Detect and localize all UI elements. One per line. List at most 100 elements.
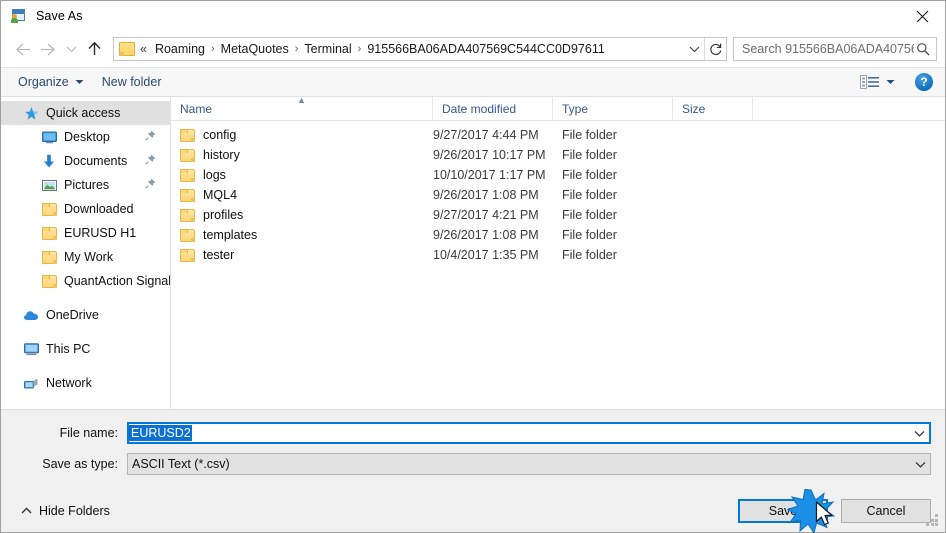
save-as-dialog: Save As « Roaming › MetaQuotes › Termina… <box>0 0 946 533</box>
command-bar: Organize New folder ? <box>1 67 945 97</box>
chevron-down-icon <box>915 461 925 468</box>
save-as-icon <box>10 8 26 24</box>
sidebar-item-my-work[interactable]: My Work <box>1 245 170 269</box>
refresh-button[interactable] <box>704 38 726 60</box>
navigation-pane: Quick access Desktop Documents Pictures … <box>1 97 171 409</box>
table-row[interactable]: templates 9/26/2017 1:08 PM File folder <box>171 225 945 245</box>
folder-icon <box>180 148 195 162</box>
folder-icon <box>180 228 195 242</box>
sidebar-item-documents[interactable]: Documents <box>1 149 170 173</box>
close-icon <box>916 10 929 22</box>
hide-folders-button[interactable]: Hide Folders <box>15 504 110 518</box>
file-name-label: MQL4 <box>203 188 238 202</box>
table-row[interactable]: config 9/27/2017 4:44 PM File folder <box>171 125 945 145</box>
sidebar-item-network[interactable]: Network <box>1 371 170 395</box>
help-button[interactable]: ? <box>915 73 933 91</box>
save-as-type-value: ASCII Text (*.csv) <box>132 457 230 471</box>
breadcrumb-item-terminal[interactable]: Terminal <box>299 41 356 57</box>
sidebar-item-downloaded[interactable]: Downloaded <box>1 197 170 221</box>
search-box[interactable] <box>733 37 937 61</box>
back-arrow-icon <box>15 43 30 55</box>
forward-arrow-icon <box>40 43 55 55</box>
organize-button[interactable]: Organize <box>9 72 93 92</box>
forward-button[interactable] <box>35 36 61 62</box>
table-row[interactable]: profiles 9/27/2017 4:21 PM File folder <box>171 205 945 225</box>
file-name-input[interactable]: EURUSD2 <box>127 422 931 444</box>
column-headers: ▲ Name Date modified Type Size <box>171 96 945 121</box>
sidebar-item-pictures[interactable]: Pictures <box>1 173 170 197</box>
file-name-dropdown-button[interactable] <box>909 424 929 442</box>
save-button[interactable]: Save <box>738 499 828 523</box>
window-title: Save As <box>36 9 83 23</box>
view-options-button[interactable] <box>854 73 901 91</box>
hide-folders-label: Hide Folders <box>39 504 110 518</box>
chevron-down-icon <box>914 430 924 437</box>
pin-icon[interactable] <box>145 154 156 168</box>
refresh-icon <box>709 43 721 55</box>
table-row[interactable]: history 9/26/2017 10:17 PM File folder <box>171 145 945 165</box>
sidebar-item-onedrive[interactable]: OneDrive <box>1 303 170 327</box>
file-date-cell: 10/10/2017 1:17 PM <box>433 168 546 182</box>
sidebar-item-quantaction-signal[interactable]: QuantAction Signal <box>1 269 170 293</box>
column-header-name[interactable]: ▲ Name <box>171 96 433 120</box>
sidebar-item-eurusd-h1[interactable]: EURUSD H1 <box>1 221 170 245</box>
file-name-cell: config <box>171 128 433 142</box>
navigation-bar: « Roaming › MetaQuotes › Terminal › 9155… <box>1 31 945 67</box>
file-date-cell: 9/26/2017 10:17 PM <box>433 148 546 162</box>
close-button[interactable] <box>900 1 945 31</box>
search-input[interactable] <box>742 42 914 56</box>
pin-icon[interactable] <box>145 130 156 144</box>
table-row[interactable]: MQL4 9/26/2017 1:08 PM File folder <box>171 185 945 205</box>
sidebar-item-quick-access[interactable]: Quick access <box>1 101 170 125</box>
file-date-cell: 10/4/2017 1:35 PM <box>433 248 539 262</box>
breadcrumb-item-terminal-id[interactable]: 915566BA06ADA407569C544CC0D97611 <box>362 41 609 57</box>
view-layout-icon <box>860 75 879 89</box>
recent-locations-button[interactable] <box>61 36 81 62</box>
address-dropdown-button[interactable] <box>684 38 704 60</box>
cancel-button[interactable]: Cancel <box>841 499 931 523</box>
breadcrumb: « Roaming › MetaQuotes › Terminal › 9155… <box>137 41 684 57</box>
file-name-cell: templates <box>171 228 433 242</box>
breadcrumb-item-roaming[interactable]: Roaming <box>150 41 210 57</box>
chevron-down-icon <box>75 80 84 84</box>
back-button[interactable] <box>9 36 35 62</box>
column-header-label: Type <box>562 101 589 116</box>
file-date-cell: 9/26/2017 1:08 PM <box>433 228 539 242</box>
sidebar-item-label: Downloaded <box>64 202 134 216</box>
column-header-type[interactable]: Type <box>553 97 673 120</box>
folder-icon <box>41 249 57 265</box>
file-name-value[interactable]: EURUSD2 <box>129 425 192 441</box>
sidebar-item-this-pc[interactable]: This PC <box>1 337 170 361</box>
sidebar-item-desktop[interactable]: Desktop <box>1 125 170 149</box>
pin-icon[interactable] <box>145 178 156 192</box>
file-type-cell: File folder <box>562 168 617 182</box>
this-pc-icon <box>23 341 39 357</box>
dialog-body: Quick access Desktop Documents Pictures … <box>1 96 945 409</box>
table-row[interactable]: tester 10/4/2017 1:35 PM File folder <box>171 245 945 265</box>
column-header-date-modified[interactable]: Date modified <box>433 97 553 120</box>
organize-label: Organize <box>18 75 69 89</box>
sidebar-item-label: Desktop <box>64 130 110 144</box>
column-header-size[interactable]: Size <box>673 97 753 120</box>
save-as-type-dropdown-button[interactable] <box>910 454 930 474</box>
file-name-cell: logs <box>171 168 433 182</box>
breadcrumb-lead[interactable]: « <box>137 41 150 57</box>
save-as-type-select[interactable]: ASCII Text (*.csv) <box>127 453 931 475</box>
resize-grip[interactable] <box>926 514 940 528</box>
folder-icon <box>180 208 195 222</box>
up-button[interactable] <box>81 36 107 62</box>
up-arrow-icon <box>87 41 101 55</box>
breadcrumb-item-metaquotes[interactable]: MetaQuotes <box>216 41 294 57</box>
chevron-down-icon <box>66 46 76 53</box>
network-icon <box>23 375 39 391</box>
address-bar[interactable]: « Roaming › MetaQuotes › Terminal › 9155… <box>113 37 727 61</box>
new-folder-button[interactable]: New folder <box>93 72 171 92</box>
file-type-cell: File folder <box>562 208 617 222</box>
file-name-label: tester <box>203 248 235 262</box>
column-header-label: Name <box>180 101 213 116</box>
table-row[interactable]: logs 10/10/2017 1:17 PM File folder <box>171 165 945 185</box>
save-as-type-label: Save as type: <box>42 457 118 471</box>
column-header-label: Size <box>682 101 706 116</box>
